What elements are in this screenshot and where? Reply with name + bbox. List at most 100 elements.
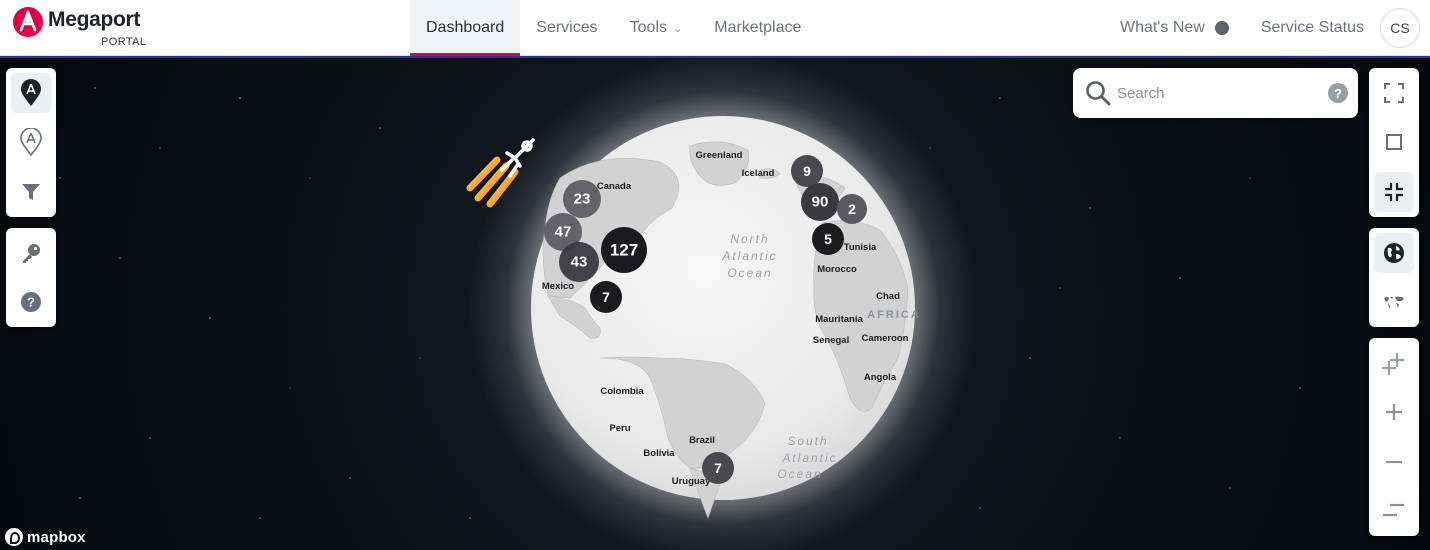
- megaport-locations-button[interactable]: [11, 73, 51, 113]
- cluster-marker[interactable]: 127: [601, 227, 647, 273]
- service-status-link[interactable]: Service Status: [1261, 19, 1364, 37]
- map-label: Canada: [597, 181, 632, 192]
- zoom-in-double-icon: [1382, 353, 1404, 375]
- ocean-label: Atlantic: [721, 249, 777, 263]
- map-label: AFRICA: [867, 309, 921, 321]
- zoom-panel: [1369, 338, 1419, 536]
- nav-dashboard[interactable]: Dashboard: [410, 0, 521, 56]
- ocean-label: Atlantic: [781, 451, 837, 465]
- search-help-icon[interactable]: ?: [1328, 83, 1348, 103]
- view-mode-panel: [1369, 68, 1419, 217]
- service-status-label: Service Status: [1260, 19, 1364, 36]
- location-search: ?: [1073, 68, 1358, 118]
- map-label: Greenland: [696, 150, 743, 161]
- left-utility-panel: ?: [6, 228, 56, 327]
- user-avatar[interactable]: CS: [1380, 8, 1420, 48]
- zoom-out-double-icon: [1383, 503, 1404, 517]
- globe-icon: [1384, 243, 1404, 263]
- cluster-marker[interactable]: 7: [590, 281, 622, 313]
- zoom-out-icon: [1386, 460, 1402, 464]
- nav-services[interactable]: Services: [520, 0, 613, 56]
- collapse-view-button[interactable]: [1374, 172, 1414, 212]
- zoom-out-button[interactable]: [1374, 442, 1414, 482]
- zoom-in-double-button[interactable]: [1374, 344, 1414, 384]
- mapbox-label: mapbox: [27, 528, 86, 546]
- cluster-count: 23: [574, 191, 591, 208]
- whats-new-label: What's New: [1119, 19, 1205, 36]
- megaport-locations-icon: [21, 79, 41, 106]
- chevron-down-icon: ⌄: [673, 22, 683, 35]
- partner-locations-icon: [20, 128, 42, 156]
- brand-name: Megaport: [48, 8, 141, 31]
- collapse-icon: [1385, 183, 1403, 201]
- help-button[interactable]: ?: [11, 282, 51, 322]
- map-label: Tunisia: [844, 242, 877, 253]
- cluster-marker[interactable]: 7: [702, 452, 734, 484]
- flat-map-button[interactable]: [1374, 282, 1414, 322]
- cluster-marker[interactable]: 43: [559, 242, 599, 282]
- cluster-marker[interactable]: 23: [563, 180, 601, 218]
- whats-new-link[interactable]: What's New: [1120, 19, 1229, 37]
- megaport-logo-icon: [13, 7, 43, 37]
- cluster-count: 9: [803, 163, 811, 179]
- zoom-in-icon: [1386, 404, 1402, 420]
- map-label: Mexico: [542, 281, 574, 292]
- filter-button[interactable]: [11, 172, 51, 212]
- projection-panel: [1369, 228, 1419, 327]
- brand-sub: PORTAL: [101, 36, 147, 48]
- cluster-marker[interactable]: 5: [812, 223, 844, 255]
- cluster-count: 7: [714, 460, 722, 476]
- map-label: Morocco: [817, 264, 857, 275]
- map-label: Colombia: [600, 386, 644, 397]
- map-label: Bolivia: [643, 448, 675, 459]
- nav-label: Tools: [629, 19, 667, 36]
- key-button[interactable]: [11, 233, 51, 273]
- map-label: Brazil: [689, 435, 715, 446]
- main-nav: Dashboard Services Tools ⌄ Marketplace: [410, 0, 817, 56]
- map-label: Senegal: [813, 335, 849, 346]
- fullscreen-button[interactable]: [1374, 73, 1414, 113]
- mapbox-attribution[interactable]: mapbox: [5, 528, 86, 546]
- svg-text:?: ?: [27, 295, 35, 310]
- partner-locations-button[interactable]: [11, 122, 51, 162]
- map-label: Chad: [876, 291, 900, 302]
- map-label: Mauritania: [815, 314, 863, 325]
- notification-dot-icon: [1214, 21, 1229, 35]
- cluster-count: 127: [610, 241, 638, 260]
- zoom-out-double-button[interactable]: [1374, 490, 1414, 530]
- cluster-marker[interactable]: 9: [791, 155, 823, 187]
- top-header: Megaport PORTAL Dashboard Services Tools…: [0, 0, 1430, 56]
- fullscreen-icon: [1384, 83, 1404, 103]
- cluster-marker[interactable]: 90: [801, 183, 839, 221]
- window-view-button[interactable]: [1374, 122, 1414, 162]
- left-layer-panel: [6, 68, 56, 217]
- search-input[interactable]: [1117, 78, 1317, 108]
- cluster-count: 43: [571, 254, 588, 271]
- map-label: Iceland: [742, 168, 775, 179]
- globe-view-button[interactable]: [1374, 233, 1414, 273]
- zoom-in-button[interactable]: [1374, 392, 1414, 432]
- cluster-count: 47: [555, 224, 572, 241]
- mapbox-logo-icon: [5, 528, 23, 546]
- cluster-marker[interactable]: 2: [837, 194, 867, 224]
- cluster-count: 2: [848, 201, 856, 217]
- nav-label: Dashboard: [426, 19, 505, 36]
- map-label: Uruguay: [672, 476, 711, 487]
- globe-map[interactable]: North Atlantic Ocean South Atlantic Ocea…: [0, 58, 1430, 550]
- nav-tools[interactable]: Tools ⌄: [614, 0, 699, 56]
- filter-icon: [22, 184, 40, 200]
- map-label: Cameroon: [862, 333, 909, 344]
- nav-label: Marketplace: [714, 19, 802, 36]
- ocean-label: North: [730, 232, 769, 246]
- ocean-label: South: [787, 434, 828, 448]
- flat-map-icon: [1384, 296, 1404, 309]
- map-canvas[interactable]: North Atlantic Ocean South Atlantic Ocea…: [0, 56, 1430, 550]
- map-label: Angola: [864, 372, 897, 383]
- cluster-count: 7: [602, 289, 610, 305]
- megaport-logo[interactable]: Megaport PORTAL: [12, 6, 152, 50]
- key-icon: [23, 244, 40, 263]
- cluster-count: 90: [812, 194, 829, 211]
- nav-marketplace[interactable]: Marketplace: [698, 0, 817, 56]
- header-right: What's New Service Status CS: [1120, 0, 1420, 56]
- help-icon: ?: [21, 292, 41, 312]
